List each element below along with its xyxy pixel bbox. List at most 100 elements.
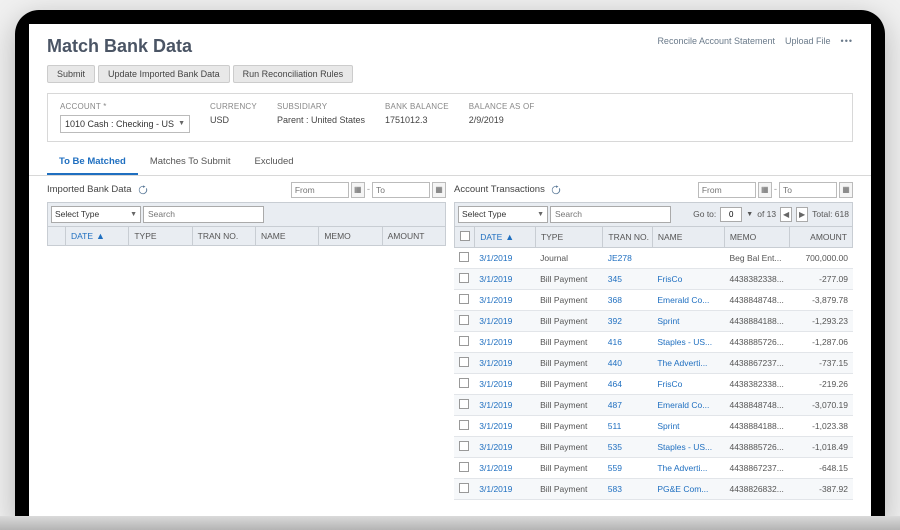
col-memo[interactable]: MEMO [724,227,789,248]
update-bank-data-button[interactable]: Update Imported Bank Data [98,65,230,83]
prev-page-button[interactable]: ◀ [780,207,792,222]
account-select[interactable]: 1010 Cash : Checking - US ▼ [60,115,190,133]
cell-date: 3/1/2019 [474,311,535,332]
cell-name[interactable]: Staples - US... [652,437,724,458]
row-checkbox[interactable] [459,462,469,472]
table-row[interactable]: 3/1/2019Bill Payment559The Adverti...443… [454,458,853,479]
cell-tranno[interactable]: 345 [603,269,653,290]
cell-tranno[interactable]: 368 [603,290,653,311]
cell-tranno[interactable]: 416 [603,332,653,353]
cell-tranno[interactable]: 511 [603,416,653,437]
cell-tranno[interactable]: 487 [603,395,653,416]
row-checkbox[interactable] [459,252,469,262]
cell-name[interactable]: Sprint [652,416,724,437]
col-type[interactable]: TYPE [129,227,192,246]
cell-tranno[interactable]: 440 [603,353,653,374]
row-checkbox[interactable] [459,273,469,283]
cell-name[interactable] [652,248,724,269]
col-tranno[interactable]: TRAN NO. [603,227,652,248]
cell-tranno[interactable]: 583 [603,479,653,500]
row-checkbox[interactable] [459,378,469,388]
right-to-date[interactable] [779,182,837,198]
table-row[interactable]: 3/1/2019Bill Payment440The Adverti...443… [454,353,853,374]
app-screen: Match Bank Data Reconcile Account Statem… [29,24,871,520]
col-amount[interactable]: AMOUNT [790,227,853,248]
cell-type: Bill Payment [535,395,603,416]
cell-tranno[interactable]: 464 [603,374,653,395]
row-checkbox[interactable] [459,399,469,409]
cell-amount: -1,287.06 [790,332,853,353]
calendar-icon[interactable]: ▦ [839,182,853,198]
table-row[interactable]: 3/1/2019JournalJE278Beg Bal Ent...700,00… [454,248,853,269]
goto-input[interactable] [720,207,742,222]
run-rules-button[interactable]: Run Reconciliation Rules [233,65,354,83]
cell-tranno[interactable]: JE278 [603,248,653,269]
row-checkbox[interactable] [459,357,469,367]
table-row[interactable]: 3/1/2019Bill Payment583PG&E Com...443882… [454,479,853,500]
table-row[interactable]: 3/1/2019Bill Payment511Sprint4438884188.… [454,416,853,437]
reconcile-link[interactable]: Reconcile Account Statement [657,36,775,46]
sort-asc-icon: ▲ [96,231,105,241]
account-transactions-title: Account Transactions [454,184,545,195]
refresh-icon[interactable] [138,185,148,195]
tab-to-be-matched[interactable]: To Be Matched [47,150,138,175]
col-tranno[interactable]: TRAN NO. [192,227,255,246]
cell-name[interactable]: FrisCo [652,269,724,290]
cell-name[interactable]: Emerald Co... [652,290,724,311]
row-checkbox[interactable] [459,315,469,325]
next-page-button[interactable]: ▶ [796,207,808,222]
row-checkbox[interactable] [459,483,469,493]
col-amount[interactable]: AMOUNT [382,227,445,246]
more-menu-icon[interactable]: ••• [841,36,853,46]
cell-name[interactable]: FrisCo [652,374,724,395]
row-checkbox[interactable] [459,294,469,304]
upload-file-link[interactable]: Upload File [785,36,831,46]
cell-amount: 700,000.00 [790,248,853,269]
left-search-input[interactable] [143,206,264,223]
cell-name[interactable]: The Adverti... [652,458,724,479]
cell-name[interactable]: PG&E Com... [652,479,724,500]
cell-name[interactable]: Emerald Co... [652,395,724,416]
right-type-select[interactable]: Select Type▼ [458,206,548,223]
calendar-icon[interactable]: ▦ [758,182,772,198]
bank-balance-value: 1751012.3 [385,115,449,125]
table-row[interactable]: 3/1/2019Bill Payment392Sprint4438884188.… [454,311,853,332]
col-date[interactable]: DATE▲ [66,227,129,246]
bank-balance-label: BANK BALANCE [385,102,449,111]
table-row[interactable]: 3/1/2019Bill Payment416Staples - US...44… [454,332,853,353]
refresh-icon[interactable] [551,185,561,195]
cell-memo: 4438867237... [724,458,789,479]
table-row[interactable]: 3/1/2019Bill Payment487Emerald Co...4438… [454,395,853,416]
right-from-date[interactable] [698,182,756,198]
row-checkbox[interactable] [459,420,469,430]
cell-tranno[interactable]: 392 [603,311,653,332]
select-all-checkbox[interactable] [460,231,470,241]
col-name[interactable]: NAME [652,227,724,248]
row-checkbox[interactable] [459,441,469,451]
col-name[interactable]: NAME [255,227,318,246]
col-type[interactable]: TYPE [535,227,602,248]
cell-name[interactable]: Staples - US... [652,332,724,353]
left-from-date[interactable] [291,182,349,198]
col-date[interactable]: DATE▲ [475,227,536,248]
cell-tranno[interactable]: 535 [603,437,653,458]
left-to-date[interactable] [372,182,430,198]
calendar-icon[interactable]: ▦ [351,182,365,198]
table-row[interactable]: 3/1/2019Bill Payment464FrisCo4438382338.… [454,374,853,395]
left-type-select[interactable]: Select Type▼ [51,206,141,223]
col-memo[interactable]: MEMO [319,227,382,246]
calendar-icon[interactable]: ▦ [432,182,446,198]
cell-name[interactable]: Sprint [652,311,724,332]
table-row[interactable]: 3/1/2019Bill Payment535Staples - US...44… [454,437,853,458]
table-row[interactable]: 3/1/2019Bill Payment345FrisCo4438382338.… [454,269,853,290]
submit-button[interactable]: Submit [47,65,95,83]
imported-bank-data-table: DATE▲ TYPE TRAN NO. NAME MEMO AMOUNT [47,227,446,246]
cell-tranno[interactable]: 559 [603,458,653,479]
cell-type: Bill Payment [535,290,603,311]
right-search-input[interactable] [550,206,671,223]
cell-name[interactable]: The Adverti... [652,353,724,374]
tab-excluded[interactable]: Excluded [242,150,305,175]
tab-matches-to-submit[interactable]: Matches To Submit [138,150,243,175]
table-row[interactable]: 3/1/2019Bill Payment368Emerald Co...4438… [454,290,853,311]
row-checkbox[interactable] [459,336,469,346]
